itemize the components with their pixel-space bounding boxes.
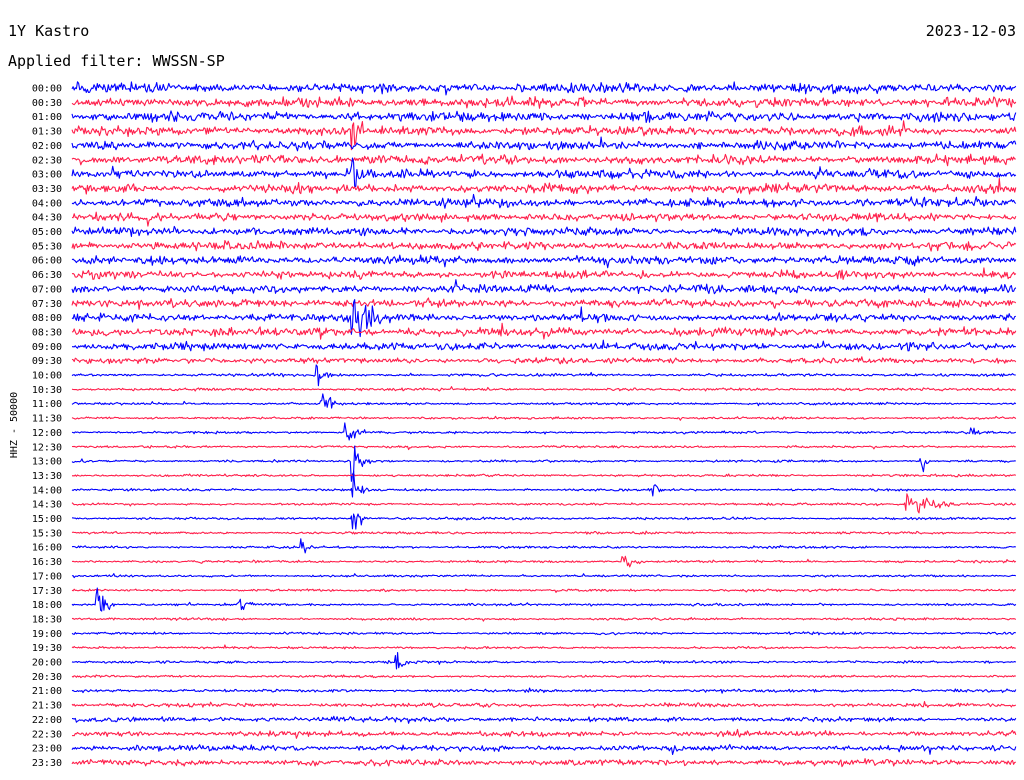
time-tick-label: 02:00	[32, 141, 62, 152]
time-tick-label: 22:00	[32, 715, 62, 726]
time-tick-label: 03:00	[32, 170, 62, 181]
time-tick-label: 05:00	[32, 227, 62, 238]
time-tick-label: 23:00	[32, 744, 62, 755]
time-tick-label: 07:30	[32, 299, 62, 310]
time-tick-label: 04:00	[32, 198, 62, 209]
time-tick-label: 06:00	[32, 256, 62, 267]
time-tick-label: 03:30	[32, 184, 62, 195]
time-tick-label: 10:00	[32, 371, 62, 382]
time-tick-label: 01:00	[32, 112, 62, 123]
time-tick-label: 00:00	[32, 84, 62, 95]
time-tick-label: 13:30	[32, 471, 62, 482]
date-label: 2023-12-03	[926, 22, 1016, 40]
station-title: 1Y Kastro	[8, 22, 89, 40]
time-tick-label: 10:30	[32, 385, 62, 396]
time-tick-label: 20:00	[32, 658, 62, 669]
time-tick-label: 11:00	[32, 399, 62, 410]
filter-label: Applied filter: WWSSN-SP	[8, 52, 225, 70]
time-tick-label: 22:30	[32, 729, 62, 740]
time-tick-label: 17:00	[32, 571, 62, 582]
time-tick-label: 18:30	[32, 614, 62, 625]
time-tick-label: 09:30	[32, 356, 62, 367]
time-tick-label: 13:00	[32, 457, 62, 468]
time-tick-label: 08:30	[32, 327, 62, 338]
time-tick-label: 17:30	[32, 586, 62, 597]
time-tick-label: 12:00	[32, 428, 62, 439]
time-tick-label: 00:30	[32, 98, 62, 109]
time-tick-label: 08:00	[32, 313, 62, 324]
y-axis-label: HHZ - 50000	[9, 392, 20, 458]
time-tick-label: 05:30	[32, 241, 62, 252]
time-tick-label: 21:00	[32, 686, 62, 697]
time-tick-label: 02:30	[32, 155, 62, 166]
time-tick-label: 04:30	[32, 213, 62, 224]
time-tick-label: 20:30	[32, 672, 62, 683]
time-tick-label: 15:30	[32, 528, 62, 539]
time-tick-label: 11:30	[32, 414, 62, 425]
time-tick-label: 09:00	[32, 342, 62, 353]
time-tick-label: 16:30	[32, 557, 62, 568]
time-tick-label: 14:30	[32, 500, 62, 511]
time-tick-label: 19:00	[32, 629, 62, 640]
time-tick-label: 19:30	[32, 643, 62, 654]
time-tick-label: 18:00	[32, 600, 62, 611]
time-tick-label: 14:00	[32, 485, 62, 496]
helicorder-chart: 1Y Kastro 2023-12-03 Applied filter: WWS…	[0, 0, 1024, 780]
time-tick-label: 15:00	[32, 514, 62, 525]
time-tick-label: 23:30	[32, 758, 62, 769]
time-tick-label: 12:30	[32, 442, 62, 453]
time-tick-label: 07:00	[32, 284, 62, 295]
time-tick-label: 16:00	[32, 543, 62, 554]
time-tick-label: 21:30	[32, 701, 62, 712]
time-tick-label: 01:30	[32, 127, 62, 138]
time-tick-label: 06:30	[32, 270, 62, 281]
